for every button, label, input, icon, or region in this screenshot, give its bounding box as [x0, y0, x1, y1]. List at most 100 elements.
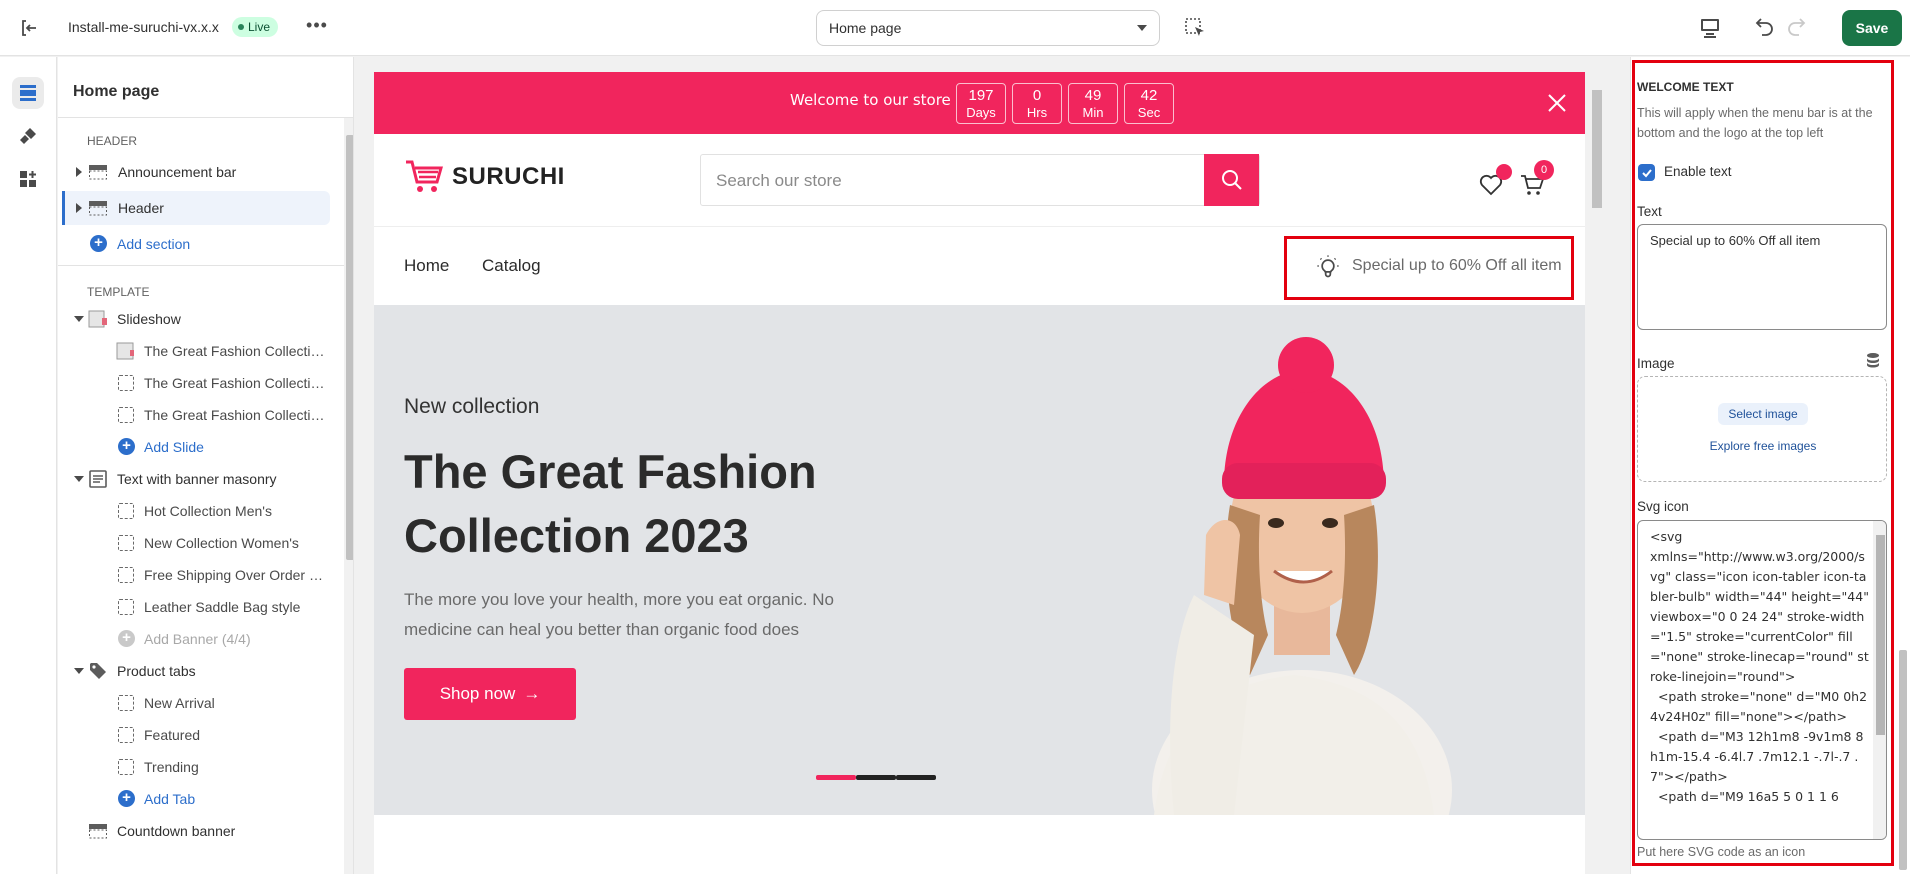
theme-settings-icon[interactable] — [12, 120, 44, 152]
image-dropzone[interactable]: Select image Explore free images — [1637, 376, 1887, 482]
store-search-field[interactable]: Search our store — [700, 154, 1260, 206]
sidebar-divider — [58, 117, 353, 118]
settings-section-title: WELCOME TEXT — [1637, 80, 1734, 94]
enable-text-checkbox[interactable] — [1638, 164, 1655, 181]
countdown-value: 197 — [968, 87, 994, 104]
exit-icon[interactable] — [18, 17, 40, 39]
slide-item[interactable]: The Great Fashion Collection 2023 — [58, 366, 340, 400]
page-selector-value: Home page — [829, 20, 902, 36]
enable-text-label[interactable]: Enable text — [1664, 164, 1732, 179]
live-badge-label: Live — [248, 20, 271, 34]
welcome-text[interactable]: Special up to 60% Off all item — [1314, 251, 1562, 281]
close-icon[interactable] — [1546, 92, 1568, 114]
live-badge: Live — [232, 17, 279, 37]
slide-item[interactable]: The Great Fashion Collection 2023 — [58, 398, 340, 432]
slide-item[interactable]: The Great Fashion Collection 2023 — [58, 334, 340, 368]
checkmark-icon — [1641, 168, 1652, 177]
nav-link-catalog[interactable]: Catalog — [482, 256, 541, 276]
hero-title: The Great Fashion Collection 2023 — [404, 445, 817, 562]
sidebar-item-label: Slideshow — [117, 311, 181, 327]
arrow-right-icon: → — [523, 684, 541, 703]
plus-circle-icon: + — [118, 630, 135, 647]
sections-icon[interactable] — [12, 77, 44, 109]
countdown-value: 0 — [1032, 87, 1042, 104]
select-image-button[interactable]: Select image — [1718, 403, 1808, 425]
countdown-value: 42 — [1140, 87, 1158, 104]
countdown-value: 49 — [1084, 87, 1102, 104]
sidebar-title: Home page — [73, 83, 160, 100]
tab-item[interactable]: Featured — [58, 718, 340, 752]
save-button[interactable]: Save — [1842, 10, 1902, 46]
block-icon — [118, 503, 134, 519]
template-group-label: TEMPLATE — [87, 285, 150, 299]
slide-dot[interactable] — [896, 775, 936, 780]
explore-free-images-link[interactable]: Explore free images — [1638, 439, 1888, 453]
cart-count-badge: 0 — [1534, 160, 1554, 180]
announcement-text: Welcome to our store — [790, 91, 951, 109]
redo-icon[interactable] — [1785, 14, 1811, 40]
more-actions-icon[interactable]: ••• — [304, 16, 330, 38]
hero-description: The more you love your health, more you … — [404, 590, 834, 639]
nav-link-home[interactable]: Home — [404, 256, 449, 276]
block-icon — [118, 375, 134, 391]
banner-label: Leather Saddle Bag style — [144, 599, 301, 615]
settings-scroll-thumb[interactable] — [1899, 650, 1907, 870]
sidebar-item-announcement-bar[interactable]: Announcement bar — [58, 155, 340, 189]
store-logo[interactable]: SURUCHI — [404, 158, 565, 196]
svg-icon-input[interactable]: <svg xmlns="http://www.w3.org/2000/svg" … — [1637, 520, 1887, 840]
sidebar-item-slideshow[interactable]: Slideshow — [58, 302, 340, 336]
slide-dot[interactable] — [856, 775, 896, 780]
slide-label: The Great Fashion Collection 2023 — [144, 407, 326, 423]
plus-circle-icon: + — [90, 235, 107, 252]
slide-label: The Great Fashion Collection 2023 — [144, 375, 326, 391]
sidebar-item-product-tabs[interactable]: Product tabs — [58, 654, 340, 688]
sidebar-item-countdown-banner[interactable]: Countdown banner — [58, 814, 340, 848]
slide-label: The Great Fashion Collection 2023 — [144, 343, 326, 359]
app-embeds-icon[interactable] — [12, 163, 44, 195]
preview-scroll-thumb[interactable] — [1592, 90, 1602, 208]
add-slide-link[interactable]: + Add Slide — [58, 430, 340, 464]
desktop-view-icon[interactable] — [1697, 16, 1723, 40]
block-icon — [118, 727, 134, 743]
sidebar-item-label: Header — [118, 200, 164, 216]
chevron-right-icon[interactable] — [76, 167, 82, 177]
store-header: SURUCHI Search our store 0 — [374, 134, 1585, 227]
shop-now-button[interactable]: Shop now → — [404, 668, 576, 720]
tab-label: Featured — [144, 727, 201, 743]
search-button[interactable] — [1204, 154, 1259, 206]
banner-item[interactable]: New Collection Women's — [58, 526, 340, 560]
banner-item[interactable]: Free Shipping Over Order $120 — [58, 558, 340, 592]
chevron-down-icon[interactable] — [74, 316, 84, 322]
tag-icon — [88, 661, 108, 681]
sidebar-item-text-with-banner-masonry[interactable]: Text with banner masonry — [58, 462, 340, 496]
sidebar-scroll-thumb[interactable] — [346, 135, 353, 560]
tab-item[interactable]: Trending — [58, 750, 340, 784]
banner-item[interactable]: Leather Saddle Bag style — [58, 590, 340, 624]
block-icon — [118, 599, 134, 615]
svg-input-scroll-thumb[interactable] — [1876, 535, 1885, 735]
inspector-icon[interactable] — [1183, 16, 1207, 40]
tab-item[interactable]: New Arrival — [58, 686, 340, 720]
add-tab-link[interactable]: + Add Tab — [58, 782, 340, 816]
cart-logo-icon — [406, 160, 443, 192]
add-banner-label: Add Banner (4/4) — [144, 631, 251, 647]
block-icon — [118, 407, 134, 423]
text-section-icon — [88, 469, 108, 489]
database-icon[interactable] — [1865, 352, 1881, 368]
announcement-bar: Welcome to our store 197 Days 0 Hrs 49 Min … — [374, 72, 1585, 134]
sidebar-item-header[interactable]: Header — [62, 191, 330, 225]
chevron-down-icon[interactable] — [74, 668, 84, 674]
countdown-hours: 0 Hrs — [1012, 83, 1062, 124]
undo-icon[interactable] — [1750, 14, 1776, 40]
sections-sidebar: Home page HEADER Announcement bar Header… — [58, 57, 354, 874]
image-field-label: Image — [1637, 356, 1675, 371]
chevron-right-icon[interactable] — [76, 203, 82, 213]
slide-dot-active[interactable] — [816, 775, 856, 780]
add-section-link[interactable]: + Add section — [58, 227, 340, 261]
welcome-text-input[interactable]: Special up to 60% Off all item — [1637, 224, 1887, 330]
shop-now-label: Shop now — [439, 684, 516, 703]
page-selector[interactable]: Home page — [816, 10, 1160, 46]
chevron-down-icon[interactable] — [74, 476, 84, 482]
group-divider — [58, 265, 353, 266]
banner-item[interactable]: Hot Collection Men's — [58, 494, 340, 528]
